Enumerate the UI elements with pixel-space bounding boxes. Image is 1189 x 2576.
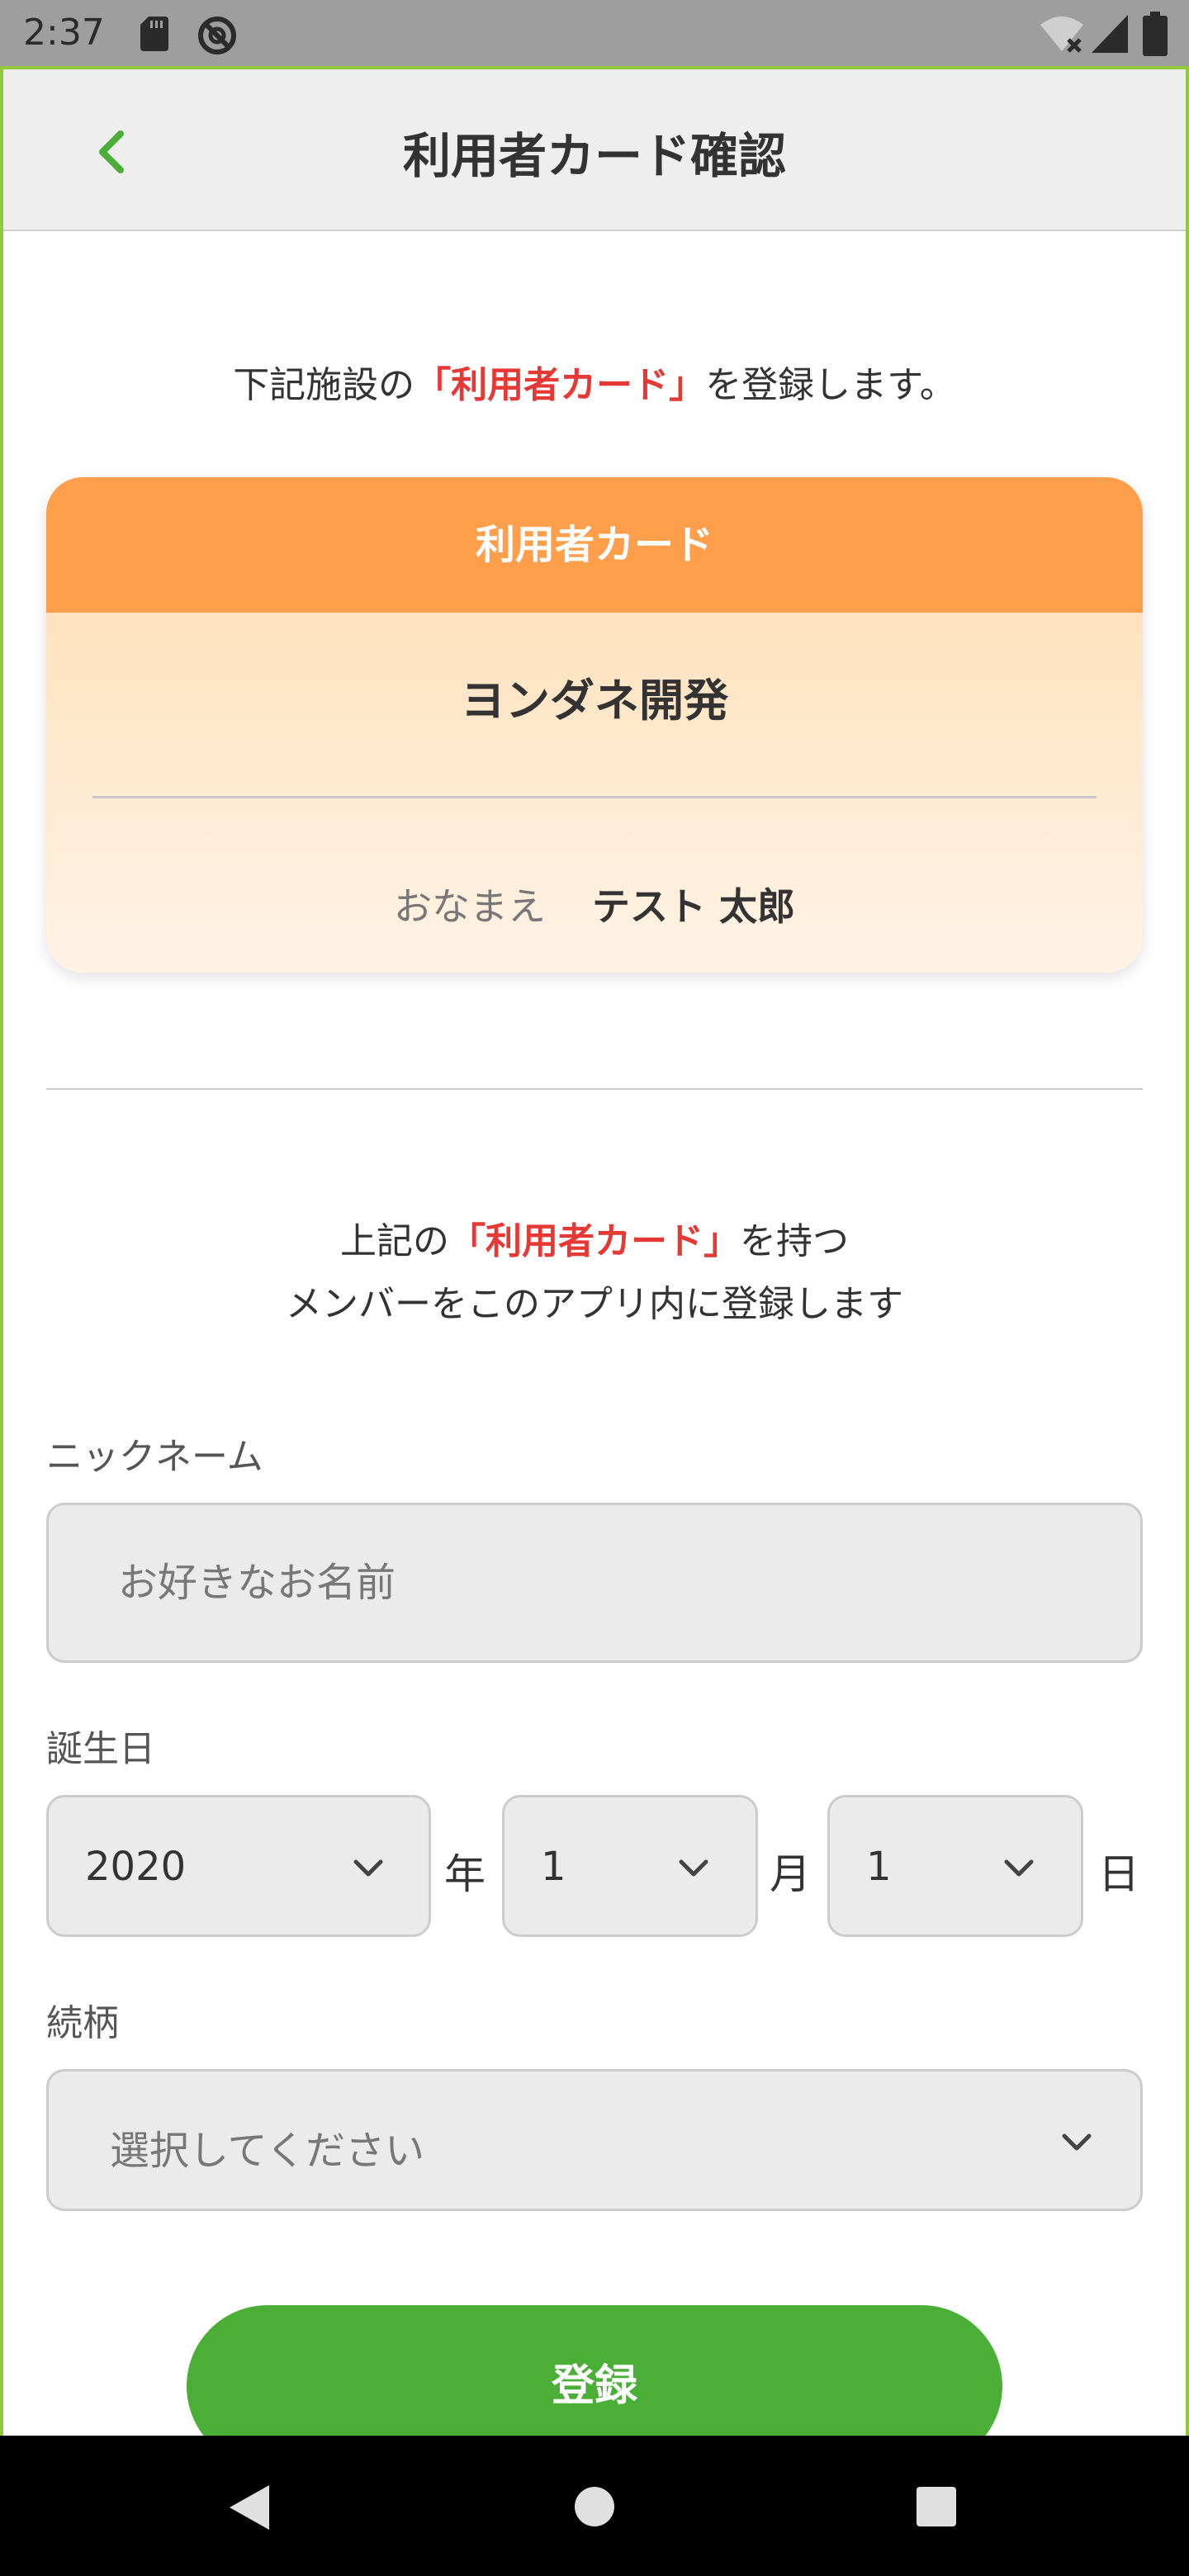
relation-label: 続柄	[46, 2002, 119, 2044]
wifi-off-icon	[1040, 17, 1083, 53]
user-card: 利用者カード ヨンダネ開発 おなまえ テスト 太郎	[46, 477, 1143, 973]
desc-before: 上記の	[340, 1220, 449, 1262]
year-value: 2020	[85, 1844, 187, 1890]
day-unit: 日	[1098, 1850, 1139, 1898]
name-label: おなまえ	[393, 884, 546, 929]
day-value: 1	[866, 1844, 892, 1890]
day-select[interactable]: 1	[827, 1795, 1083, 1937]
description-line-1: 上記の「利用者カード」を持つ	[0, 1210, 1189, 1273]
month-select[interactable]: 1	[502, 1795, 758, 1937]
battery-icon	[1143, 12, 1168, 56]
description-line-2: メンバーをこのアプリ内に登録します	[286, 1283, 903, 1325]
app-header: 利用者カード確認	[3, 69, 1186, 231]
relation-placeholder: 選択してください	[110, 2128, 425, 2174]
name-row: おなまえ テスト 太郎	[46, 877, 1143, 931]
chevron-down-icon	[679, 1859, 708, 1877]
signal-icon	[1092, 15, 1128, 53]
month-value: 1	[541, 1844, 566, 1890]
desc-highlight: 「利用者カード」	[449, 1220, 740, 1262]
card-header: 利用者カード	[46, 477, 1143, 613]
intro-text-after: を登録します。	[705, 364, 956, 406]
chevron-down-icon	[1004, 1859, 1034, 1877]
year-unit: 年	[444, 1850, 486, 1898]
facility-name: ヨンダネ開発	[461, 675, 728, 727]
sd-card-icon	[140, 17, 168, 51]
description-text: 上記の「利用者カード」を持つ メンバーをこのアプリ内に登録します	[0, 1210, 1189, 1336]
relation-select[interactable]: 選択してください	[46, 2069, 1143, 2211]
card-divider	[92, 796, 1097, 798]
section-divider	[46, 1088, 1143, 1090]
nickname-input[interactable]: お好きなお名前	[46, 1503, 1143, 1663]
intro-highlight: 「利用者カード」	[414, 364, 706, 406]
nav-home-icon[interactable]	[573, 2485, 616, 2528]
nickname-label: ニックネーム	[46, 1436, 263, 1478]
nav-recent-apps-icon[interactable]	[915, 2485, 958, 2528]
system-nav-bar	[0, 2436, 1189, 2576]
status-bar: 2:37	[0, 0, 1189, 69]
nav-back-icon[interactable]	[226, 2484, 271, 2531]
status-time: 2:37	[23, 12, 105, 54]
name-value: テスト 太郎	[591, 884, 795, 929]
birthday-label: 誕生日	[46, 1728, 155, 1770]
intro-text-before: 下記施設の	[233, 364, 415, 406]
nickname-placeholder: お好きなお名前	[118, 1560, 396, 1606]
month-unit: 月	[770, 1850, 811, 1898]
year-select[interactable]: 2020	[46, 1795, 431, 1937]
chevron-down-icon	[1062, 2133, 1092, 2151]
intro-text: 下記施設の「利用者カード」を登録します。	[0, 355, 1189, 408]
desc-after: を持つ	[740, 1220, 849, 1262]
page-title: 利用者カード確認	[402, 128, 786, 184]
chevron-down-icon	[353, 1859, 383, 1877]
no-entry-icon	[198, 17, 236, 54]
